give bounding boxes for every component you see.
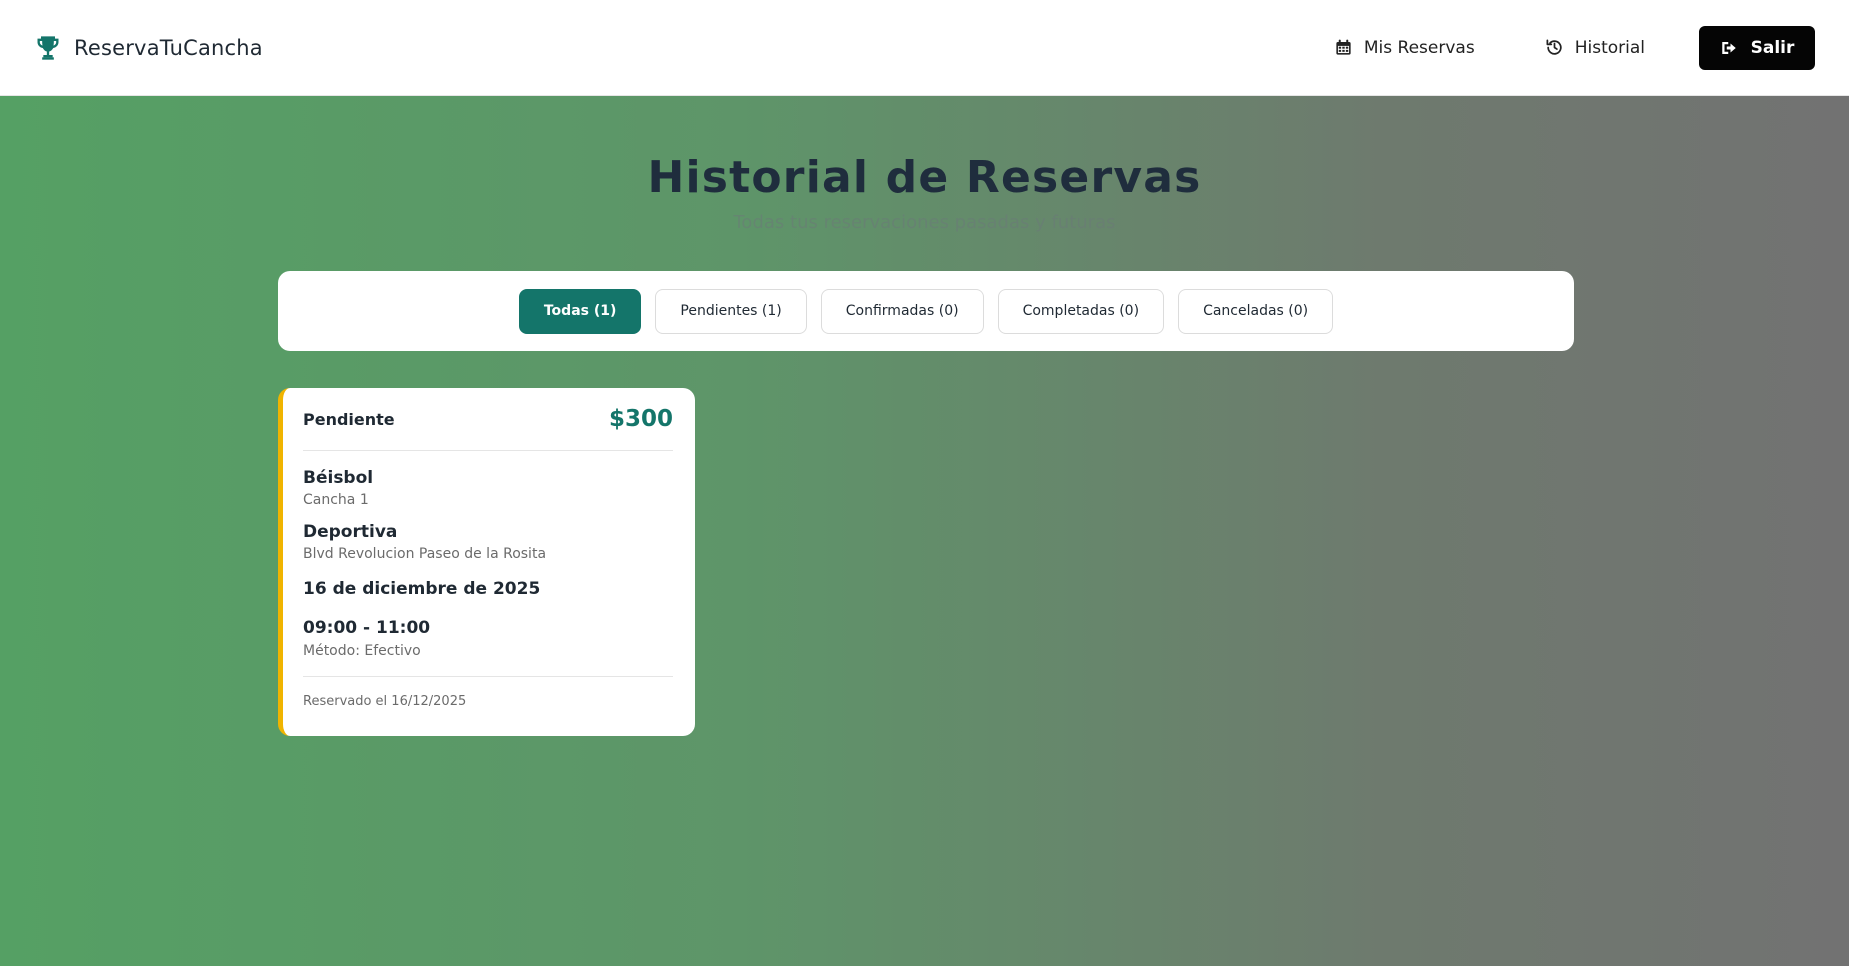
nav-mis-reservas[interactable]: Mis Reservas (1334, 38, 1475, 58)
reservation-time: 09:00 - 11:00 (303, 618, 431, 638)
price: $300 (608, 406, 673, 432)
nav-mis-reservas-label: Mis Reservas (1363, 37, 1475, 58)
filter-pendientes[interactable]: Pendientes (1) (655, 288, 807, 334)
logout-button[interactable]: Salir (1699, 25, 1815, 70)
trophy-icon (34, 34, 62, 62)
calendar-icon (1334, 38, 1353, 57)
filter-canceladas[interactable]: Canceladas (0) (1178, 288, 1334, 334)
reservation-date: 16 de diciembre de 2025 (303, 579, 541, 599)
page-subtitle: Todas tus reservaciones pasadas y futura… (733, 212, 1116, 233)
history-icon (1545, 38, 1564, 57)
filter-panel: Todas (1) Pendientes (1) Confirmadas (0)… (278, 271, 1574, 351)
card-header: Pendiente $300 (303, 388, 673, 451)
status-badge: Pendiente (303, 409, 395, 429)
filter-todas[interactable]: Todas (1) (518, 288, 642, 334)
nav-links: Mis Reservas Historial Salir (1334, 25, 1815, 70)
court-name: Cancha 1 (303, 492, 369, 508)
brand[interactable]: ReservaTuCancha (34, 34, 263, 62)
logout-icon (1720, 39, 1738, 57)
logout-label: Salir (1750, 37, 1795, 58)
payment-method: Método: Efectivo (303, 643, 421, 659)
sport-name: Béisbol (303, 468, 374, 488)
card-body: Béisbol Cancha 1 Deportiva Blvd Revoluci… (303, 451, 673, 659)
filter-completadas[interactable]: Completadas (0) (997, 288, 1165, 334)
venue-name: Deportiva (303, 522, 398, 542)
venue-address: Blvd Revolucion Paseo de la Rosita (303, 546, 547, 562)
main-content: Historial de Reservas Todas tus reservac… (0, 96, 1849, 966)
filter-confirmadas[interactable]: Confirmadas (0) (820, 288, 984, 334)
brand-name: ReservaTuCancha (74, 35, 263, 60)
reserved-on: Reservado el 16/12/2025 (303, 676, 673, 709)
page-title: Historial de Reservas (647, 152, 1202, 203)
reservation-card[interactable]: Pendiente $300 Béisbol Cancha 1 Deportiv… (278, 388, 695, 736)
nav-historial-label: Historial (1574, 37, 1645, 58)
top-navbar: ReservaTuCancha Mis Reservas Historial S… (0, 0, 1849, 96)
nav-historial[interactable]: Historial (1545, 38, 1645, 58)
